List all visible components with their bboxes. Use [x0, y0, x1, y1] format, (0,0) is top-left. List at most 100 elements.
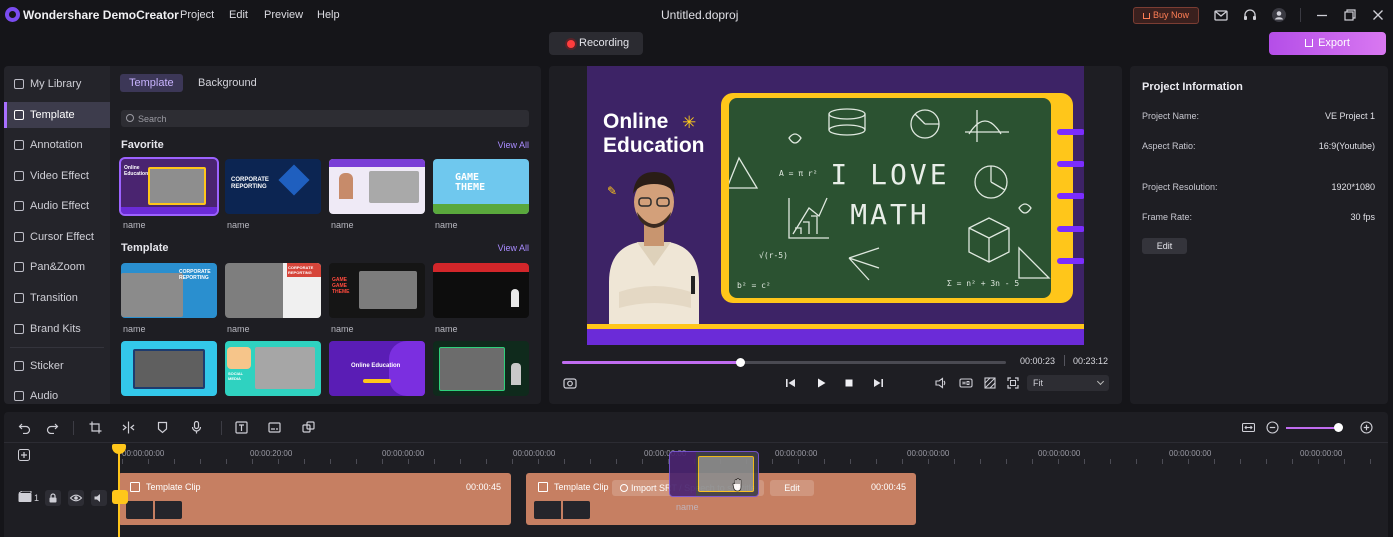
text-icon[interactable] [235, 421, 248, 434]
favorite-thumbnail[interactable] [329, 159, 425, 214]
menu-preview[interactable]: Preview [264, 9, 303, 21]
recording-button[interactable]: Recording [549, 32, 643, 55]
aspect-ratio-label: Aspect Ratio: [1142, 141, 1196, 151]
template-thumbnail[interactable]: CORPORATE REPORTING [225, 263, 321, 318]
play-icon[interactable] [814, 376, 828, 390]
sidebar-item-transition[interactable]: Transition [4, 285, 110, 311]
template-thumbnail[interactable]: CORPORATE REPORTING [121, 263, 217, 318]
template-clip-1[interactable]: Template Clip 00:00:45 [118, 473, 511, 525]
clip-edit-button[interactable]: Edit [770, 480, 814, 496]
quality-icon[interactable] [959, 376, 973, 390]
favorite-view-all-link[interactable]: View All [498, 140, 529, 150]
undo-icon[interactable] [18, 421, 31, 434]
fullscreen-icon[interactable] [1006, 376, 1020, 390]
search-box[interactable] [121, 110, 529, 127]
sidebar-item-my-library[interactable]: My Library [4, 71, 110, 97]
template-view-all-link[interactable]: View All [498, 243, 529, 253]
ruler-tick [850, 459, 851, 464]
annotation-icon [14, 140, 24, 150]
export-label: Export [1318, 37, 1350, 49]
template-thumbnail[interactable]: SOCIAL MEDIA [225, 341, 321, 396]
playback-progress-knob[interactable] [735, 358, 745, 367]
track-lock-button[interactable] [45, 490, 61, 506]
sidebar-item-template[interactable]: Template [4, 102, 110, 128]
split-icon[interactable] [122, 421, 135, 434]
close-icon[interactable] [1370, 7, 1386, 23]
track-mute-button[interactable] [91, 490, 107, 506]
redo-icon[interactable] [46, 421, 59, 434]
buy-now-button[interactable]: Buy Now [1133, 7, 1199, 24]
ruler-time-label: 00:00:00:00 [1300, 449, 1343, 458]
sidebar-item-video-effect[interactable]: Video Effect [4, 163, 110, 189]
subtitle-icon[interactable] [268, 421, 281, 434]
menu-help[interactable]: Help [317, 9, 340, 21]
zoom-fit-dropdown[interactable]: Fit [1027, 375, 1109, 391]
ruler-tick [1110, 459, 1111, 464]
mail-icon[interactable] [1213, 7, 1229, 23]
cart-icon [1142, 12, 1150, 19]
label-bar-graphic [363, 379, 391, 383]
previous-frame-icon[interactable] [784, 376, 798, 390]
zoom-out-icon[interactable] [1266, 421, 1279, 434]
menu-edit[interactable]: Edit [229, 9, 248, 21]
headset-icon[interactable] [1242, 7, 1258, 23]
restore-icon[interactable] [1342, 7, 1358, 23]
ruler-tick [1318, 459, 1319, 464]
project-edit-button[interactable]: Edit [1142, 238, 1187, 254]
safe-zone-icon[interactable] [983, 376, 997, 390]
ruler-tick [408, 459, 409, 464]
stop-icon[interactable] [842, 376, 856, 390]
thumbnail-band [670, 452, 696, 496]
presenter-graphic [227, 347, 251, 369]
export-button[interactable]: Export [1269, 32, 1386, 55]
template-thumbnail[interactable]: Online Education [329, 341, 425, 396]
chalkboard-line1: I LOVE [830, 158, 950, 191]
template-thumbnail[interactable] [121, 341, 217, 396]
sidebar-item-pan-zoom[interactable]: Pan&Zoom [4, 254, 110, 280]
timeline-zoom-knob[interactable] [1333, 423, 1343, 432]
template-thumbnail[interactable]: GAME GAME THEME [329, 263, 425, 318]
ruler-tick [1136, 459, 1137, 464]
next-frame-icon[interactable] [871, 376, 885, 390]
template-thumbnail[interactable] [433, 263, 529, 318]
marker-icon[interactable] [156, 421, 169, 434]
menu-project[interactable]: Project [180, 9, 214, 21]
microphone-icon[interactable] [190, 421, 203, 434]
ground-graphic [433, 204, 529, 214]
account-avatar-icon[interactable] [1271, 7, 1287, 23]
trim-handle[interactable] [112, 490, 128, 504]
template-thumbnail[interactable] [433, 341, 529, 396]
add-circle-icon [620, 484, 628, 492]
favorite-thumbnail[interactable]: Online Education [121, 159, 217, 214]
zoom-in-icon[interactable] [1360, 421, 1373, 434]
sticker-overlay-icon[interactable] [302, 421, 315, 434]
thumbnail-band [121, 207, 217, 214]
hexagon-graphic [278, 164, 310, 196]
track-visibility-button[interactable] [68, 490, 84, 506]
sidebar-item-cursor-effect[interactable]: Cursor Effect [4, 224, 110, 250]
aspect-ratio-value: 16:9(Youtube) [1318, 141, 1375, 151]
sidebar-item-sticker[interactable]: Sticker [4, 353, 110, 379]
tab-template[interactable]: Template [120, 74, 183, 92]
fit-timeline-icon[interactable] [1242, 421, 1255, 434]
sidebar-item-annotation[interactable]: Annotation [4, 132, 110, 158]
search-input[interactable] [138, 110, 518, 127]
sidebar-item-audio[interactable]: Audio [4, 383, 110, 409]
volume-icon[interactable] [934, 376, 948, 390]
favorite-thumbnail[interactable]: GAME THEME [433, 159, 529, 214]
minimize-icon[interactable] [1314, 7, 1330, 23]
favorite-thumbnail[interactable]: CORPORATE REPORTING [225, 159, 321, 214]
snapshot-camera-icon[interactable] [563, 376, 577, 390]
sidebar-item-audio-effect[interactable]: Audio Effect [4, 193, 110, 219]
sidebar-item-label: Cursor Effect [30, 231, 94, 243]
playback-progress-bar[interactable] [562, 358, 1006, 367]
record-dot-icon [567, 40, 575, 48]
add-track-icon[interactable] [18, 449, 30, 461]
preview-canvas[interactable]: Online Education ✳ A = π r² Σ = n² + 3n … [587, 66, 1084, 345]
thumbnail-caption: CORPORATE REPORTING [288, 265, 314, 275]
tab-background[interactable]: Background [189, 74, 266, 92]
sidebar-item-brand-kits[interactable]: Brand Kits [4, 316, 110, 342]
sidebar-item-label: Audio Effect [30, 200, 90, 212]
crop-icon[interactable] [89, 421, 102, 434]
placeholder-frame [439, 347, 505, 391]
